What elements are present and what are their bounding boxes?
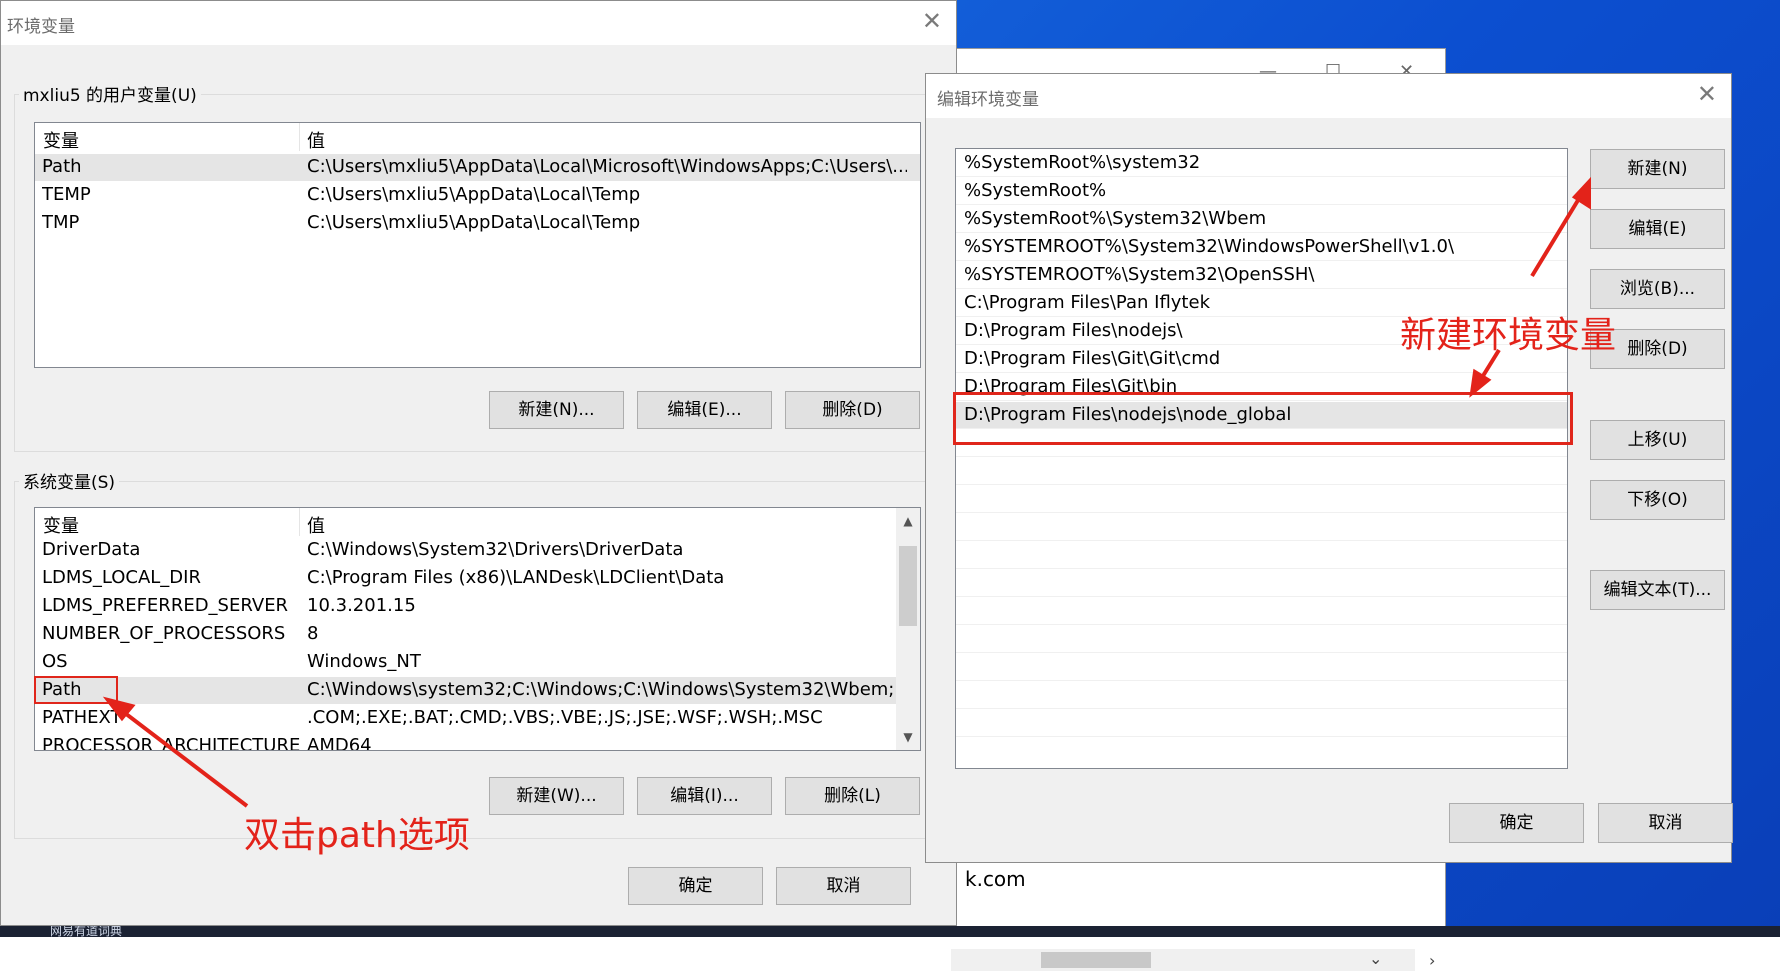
annotation-double-click-path: 双击path选项 [244, 815, 470, 856]
chevron-right-icon[interactable]: › [1429, 951, 1435, 970]
annotation-new-env-variable: 新建环境变量 [1400, 315, 1617, 356]
horizontal-scrollbar[interactable] [951, 949, 1415, 971]
scrollbar-thumb[interactable] [1041, 952, 1151, 968]
annotation-arrows [102, 176, 1591, 808]
chevron-down-icon[interactable]: ⌄ [1369, 949, 1382, 968]
arrow-to-new-button-line [1530, 190, 1585, 278]
arrow-to-path-line [115, 705, 249, 808]
